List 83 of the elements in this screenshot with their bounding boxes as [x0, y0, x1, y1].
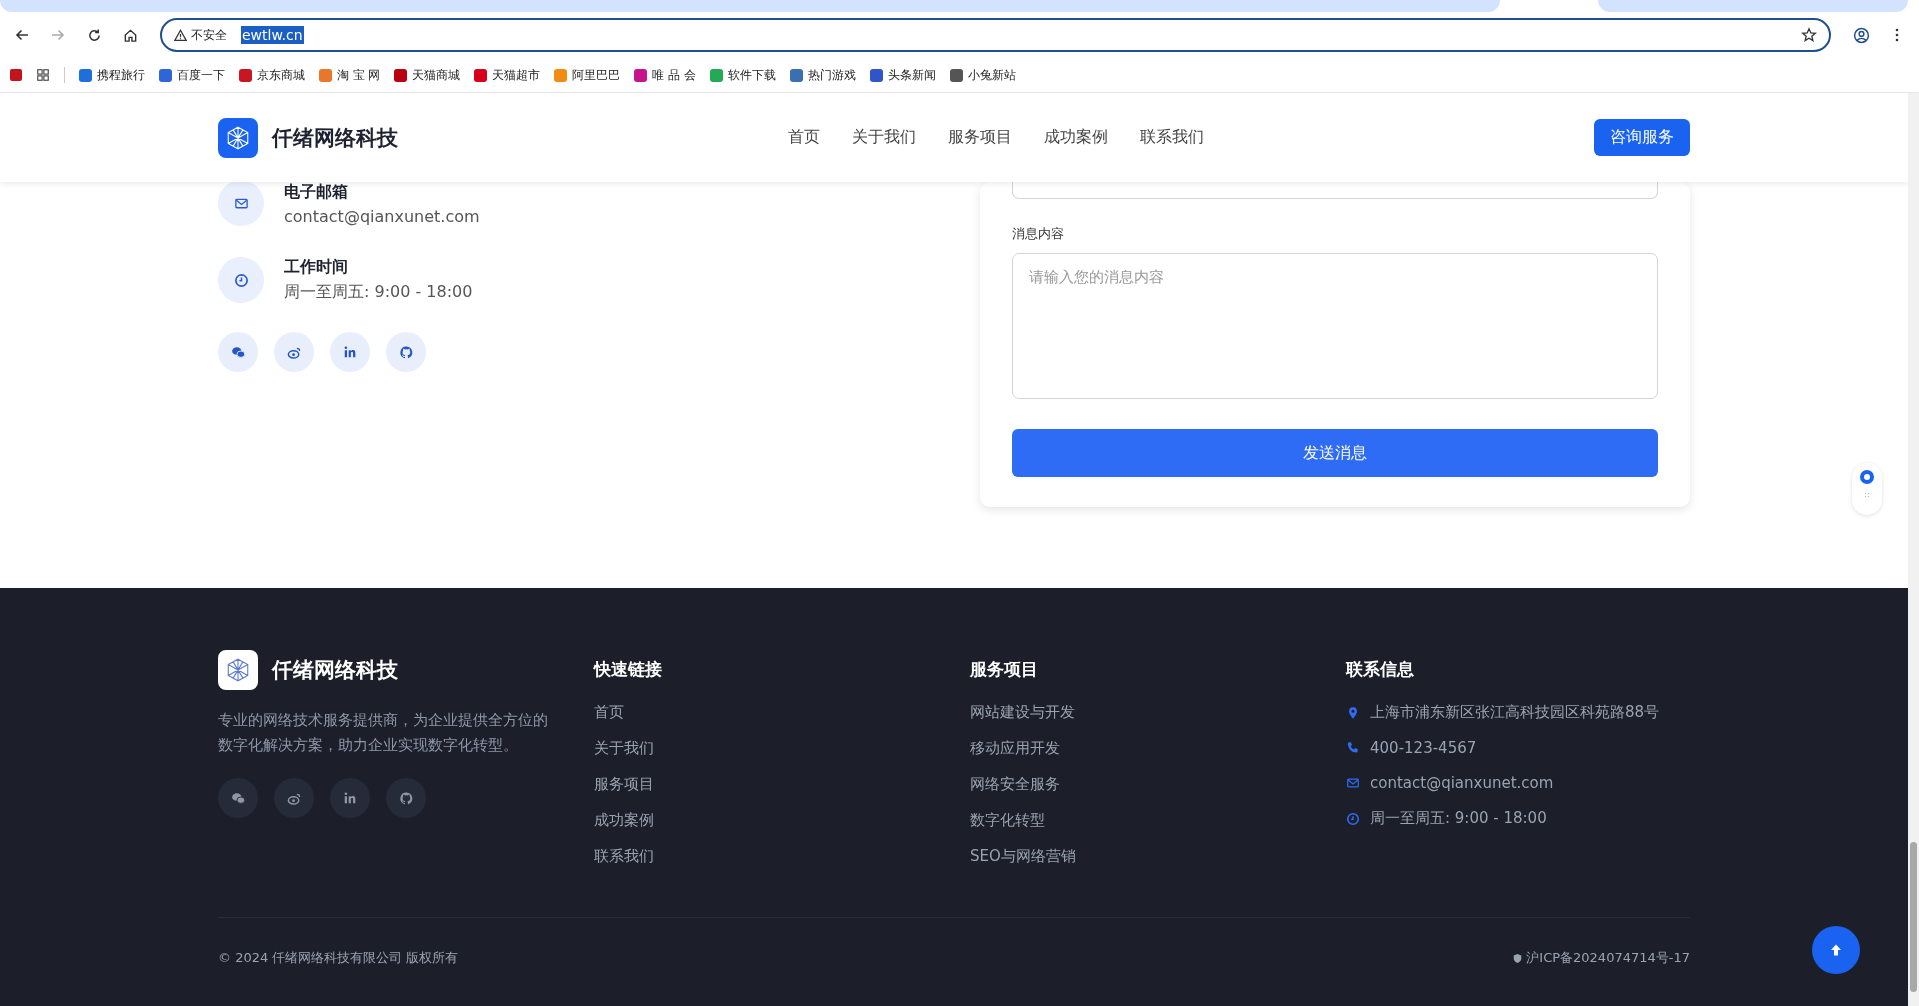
nav-link[interactable]: 关于我们 [852, 127, 916, 148]
social-button[interactable] [330, 778, 370, 818]
nav-link[interactable]: 首页 [788, 127, 820, 148]
star-icon[interactable] [1801, 27, 1817, 43]
contact-value: 周一至周五: 9:00 - 18:00 [284, 282, 473, 303]
contact-info-text: 400-123-4567 [1370, 739, 1477, 757]
bookmark-link[interactable]: 天猫商城 [394, 67, 461, 83]
icp-link[interactable]: 沪ICP备2024074714号-17 [1526, 949, 1690, 967]
address-bar[interactable]: 不安全 ewtlw.cn [160, 18, 1831, 52]
footer-link[interactable]: 移动应用开发 [970, 739, 1314, 758]
copyright-text: © 2024 仟绪网络科技有限公司 版权所有 [218, 949, 459, 967]
security-label: 不安全 [191, 26, 227, 44]
footer-link[interactable]: 首页 [594, 703, 938, 722]
send-button[interactable]: 发送消息 [1012, 429, 1658, 477]
brand-name: 仟绪网络科技 [272, 657, 398, 684]
cat-logo-icon [398, 790, 414, 806]
scrollbar-thumb[interactable] [1910, 842, 1917, 992]
clock-icon [1346, 811, 1360, 826]
url-text: ewtlw.cn [241, 26, 304, 44]
phone-icon [1346, 741, 1360, 755]
social-button[interactable] [218, 332, 258, 372]
column-heading: 服务项目 [970, 658, 1039, 681]
nav-link[interactable]: 成功案例 [1044, 127, 1108, 148]
bookmark-link[interactable]: 百度一下 [159, 67, 225, 83]
footer-link[interactable]: 数字化转型 [970, 811, 1314, 830]
scrollbar[interactable] [1908, 93, 1919, 1006]
brand-name[interactable]: 仟绪网络科技 [272, 123, 398, 152]
shield-icon [1512, 952, 1524, 964]
social-button[interactable] [274, 332, 314, 372]
column-heading: 联系信息 [1346, 658, 1415, 681]
bookmark-link[interactable]: 唯 品 会 [634, 67, 696, 83]
chat-dot-icon [1860, 470, 1874, 484]
floating-widget[interactable] [1852, 463, 1882, 515]
stop-square-icon[interactable] [10, 69, 22, 81]
contact-title: 工作时间 [284, 257, 349, 278]
footer-link[interactable]: 服务项目 [594, 775, 938, 794]
company-description: 专业的网络技术服务提供商，为企业提供全方位的数字化解决方案，助力企业实现数字化转型。 [218, 710, 548, 756]
bookmark-link[interactable]: 京东商城 [239, 67, 305, 83]
contact-title: 电子邮箱 [284, 182, 349, 203]
bookmark-link[interactable]: 热门游戏 [789, 67, 856, 83]
bookmark-link[interactable]: 阿里巴巴 [554, 67, 621, 83]
chat-bubbles-icon [230, 790, 246, 806]
input-field[interactable] [1012, 182, 1658, 199]
clock-icon [233, 272, 249, 288]
social-button[interactable] [218, 778, 258, 818]
in-logo-icon [343, 791, 357, 805]
social-button[interactable] [386, 332, 426, 372]
bookmark-link[interactable]: 携程旅行 [79, 67, 145, 83]
cat-logo-icon [398, 344, 414, 360]
hexagon-logo-icon [218, 650, 258, 690]
in-logo-icon [343, 345, 357, 359]
consult-button[interactable]: 咨询服务 [1594, 119, 1690, 156]
footer-link[interactable]: 网站建设与开发 [970, 703, 1314, 722]
hexagon-logo-icon [218, 117, 258, 158]
footer-link[interactable]: 成功案例 [594, 811, 938, 830]
footer-link[interactable]: 关于我们 [594, 739, 938, 758]
social-button[interactable] [330, 332, 370, 372]
drag-handle-icon [1864, 492, 1870, 498]
warning-icon [174, 28, 187, 42]
bookmark-link[interactable]: 头条新闻 [869, 67, 936, 83]
message-field[interactable]: 请输入您的消息内容 [1012, 253, 1658, 399]
arrow-up-icon [1828, 942, 1844, 958]
contact-info-text: contact@qianxunet.com [1370, 774, 1554, 792]
footer-link[interactable]: 联系我们 [594, 847, 938, 866]
map-pin-icon [1346, 705, 1360, 720]
bookmark-link[interactable]: 淘 宝 网 [319, 67, 381, 83]
apps-grid-icon[interactable] [36, 68, 50, 82]
nav-link[interactable]: 联系我们 [1140, 127, 1204, 148]
chat-bubbles-icon [230, 344, 246, 360]
bookmark-link[interactable]: 天猫超市 [474, 67, 541, 83]
footer-link[interactable]: 网络安全服务 [970, 775, 1314, 794]
field-label: 消息内容 [1012, 225, 1065, 243]
envelope-icon [1346, 776, 1360, 790]
contact-info-text: 上海市浦东新区张江高科技园区科苑路88号 [1370, 703, 1660, 722]
contact-info-text: 周一至周五: 9:00 - 18:00 [1370, 809, 1547, 828]
bookmark-link[interactable]: 软件下载 [709, 67, 776, 83]
column-heading: 快速链接 [594, 658, 663, 681]
social-button[interactable] [274, 778, 314, 818]
nav-link[interactable]: 服务项目 [948, 127, 1012, 148]
bookmark-link[interactable]: 小兔新站 [949, 67, 1016, 83]
contact-value: contact@qianxunet.com [284, 207, 480, 226]
social-button[interactable] [386, 778, 426, 818]
footer-link[interactable]: SEO与网络营销 [970, 847, 1314, 866]
